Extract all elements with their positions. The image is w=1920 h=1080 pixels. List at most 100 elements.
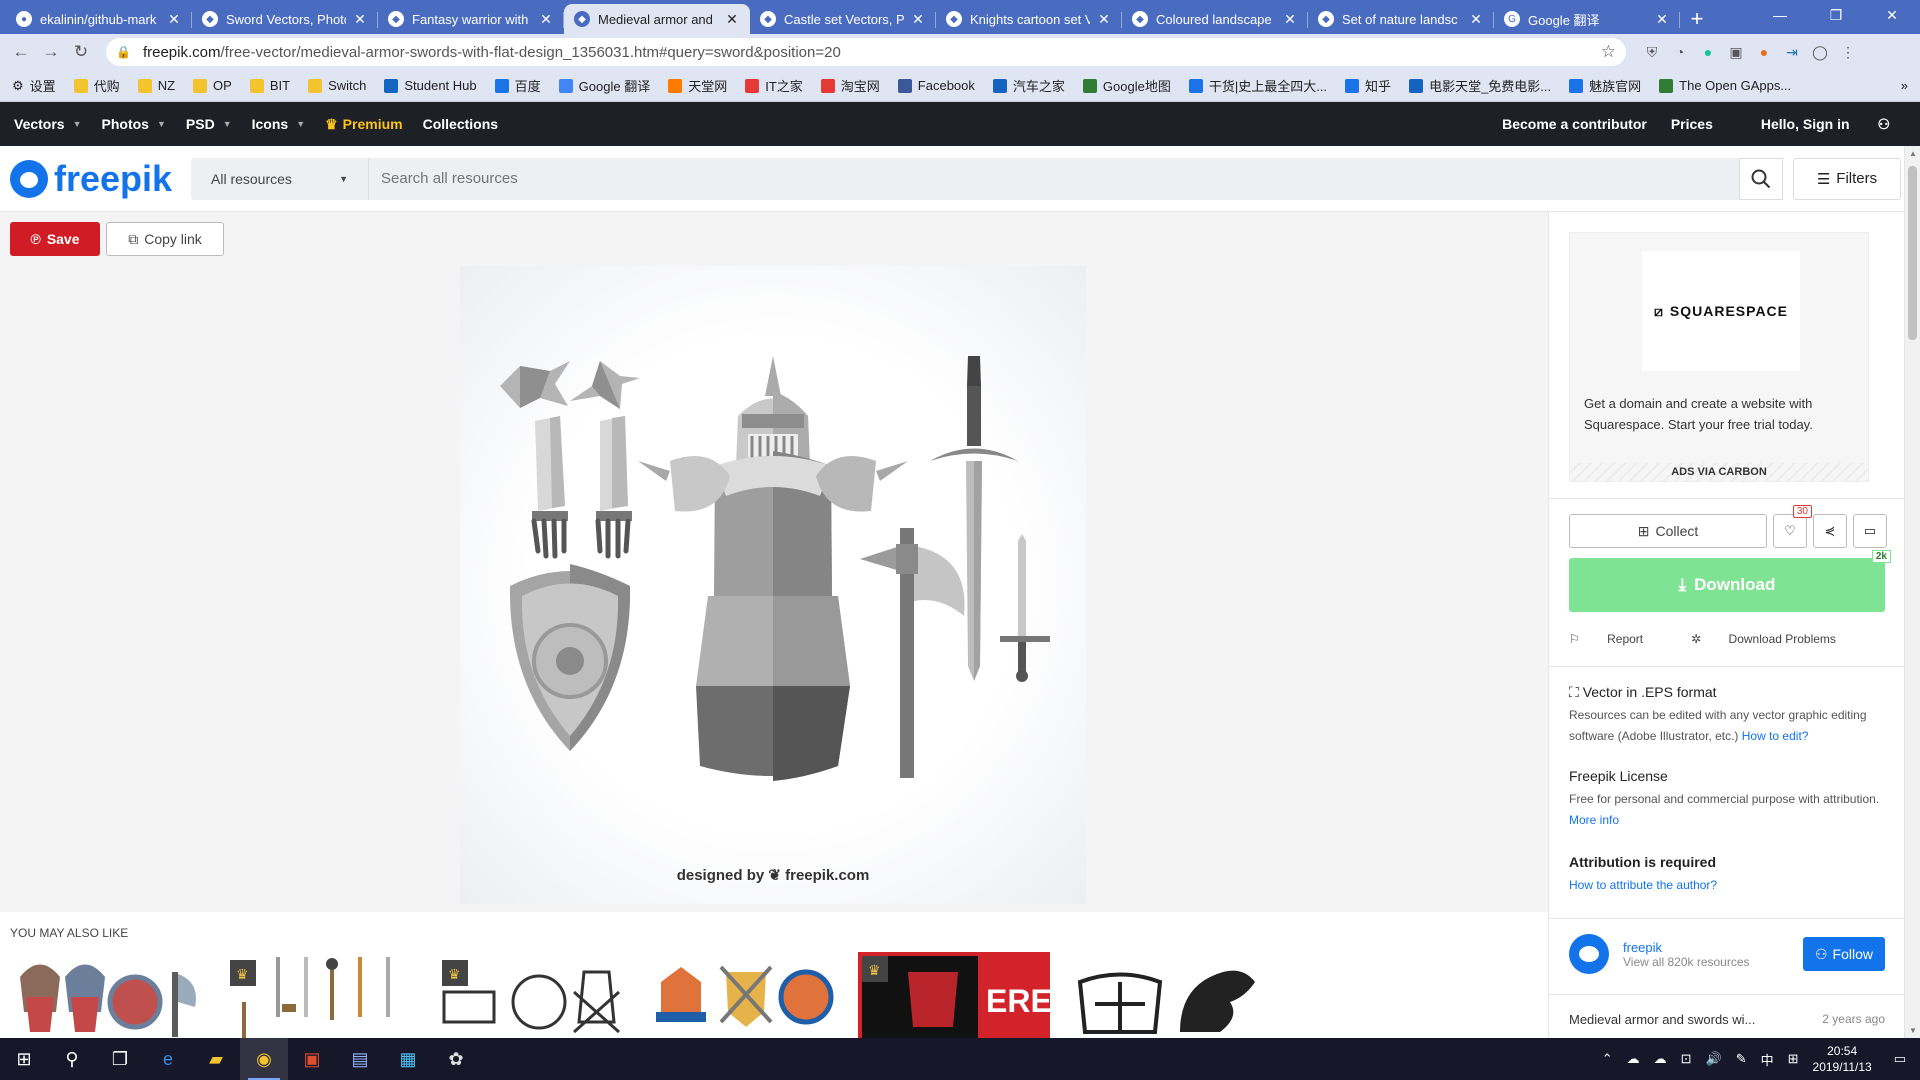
- page-scrollbar[interactable]: ▲ ▼: [1904, 146, 1920, 1038]
- browser-tab[interactable]: ◆ Set of nature landsc ✕: [1308, 4, 1494, 34]
- become-contributor-link[interactable]: Become a contributor: [1502, 116, 1647, 133]
- copy-link-button[interactable]: ⧉ Copy link: [106, 222, 224, 256]
- bookmark-item[interactable]: 百度: [494, 76, 541, 95]
- nav-collections[interactable]: Collections: [423, 116, 498, 132]
- comment-button[interactable]: ▭: [1853, 514, 1887, 548]
- freepik-logo[interactable]: freepik: [10, 158, 180, 200]
- bookmark-folder[interactable]: OP: [193, 78, 232, 93]
- close-tab-icon[interactable]: ✕: [166, 11, 182, 28]
- attribute-author-link[interactable]: How to attribute the author?: [1569, 878, 1717, 892]
- nav-icons[interactable]: Icons ▼: [252, 116, 306, 132]
- extension-icon[interactable]: ▣: [1722, 38, 1750, 66]
- volume-icon[interactable]: 🔊: [1706, 1051, 1722, 1067]
- related-thumbnail-heraldry[interactable]: [1070, 952, 1262, 1038]
- paint-icon[interactable]: ✿: [432, 1038, 480, 1080]
- bookmark-folder[interactable]: Switch: [308, 78, 366, 93]
- alert-extension-icon[interactable]: ●: [1750, 38, 1778, 66]
- ime-indicator[interactable]: 中: [1761, 1050, 1774, 1069]
- chrome-icon[interactable]: ◉: [240, 1038, 288, 1080]
- ad-text[interactable]: Get a domain and create a website with S…: [1584, 393, 1856, 435]
- related-thumbnail-vikings[interactable]: [10, 952, 202, 1038]
- close-tab-icon[interactable]: ✕: [1282, 11, 1298, 28]
- close-tab-icon[interactable]: ✕: [1654, 11, 1670, 28]
- nav-photos[interactable]: Photos ▼: [102, 116, 166, 132]
- related-thumbnail-weapons[interactable]: ♛: [222, 952, 414, 1038]
- resource-type-select[interactable]: All resources ▼: [191, 157, 369, 200]
- bookmark-item[interactable]: 汽车之家: [992, 76, 1065, 95]
- carbon-ad[interactable]: ⧄ SQUARESPACE Get a domain and create a w…: [1569, 232, 1869, 482]
- lock-icon[interactable]: 🔒: [116, 45, 131, 59]
- minimize-icon[interactable]: —: [1752, 0, 1808, 30]
- bookmark-item[interactable]: Google地图: [1082, 76, 1171, 95]
- bookmark-folder[interactable]: NZ: [137, 78, 175, 93]
- related-thumbnail-knight-badges[interactable]: [646, 952, 838, 1038]
- cast-extension-icon[interactable]: ⇥: [1778, 38, 1806, 66]
- reload-icon[interactable]: ↻: [66, 37, 96, 67]
- close-tab-icon[interactable]: ✕: [910, 11, 926, 28]
- nav-premium[interactable]: ♛ Premium: [325, 116, 402, 133]
- bookmark-item[interactable]: 魅族官网: [1569, 76, 1641, 95]
- pen-icon[interactable]: ✎: [1736, 1051, 1747, 1067]
- author-name[interactable]: freepik: [1623, 940, 1750, 955]
- download-button[interactable]: ⤓ Download 2k: [1569, 550, 1891, 612]
- bookmark-item[interactable]: 电影天堂_免费电影...: [1409, 76, 1551, 95]
- like-button[interactable]: ♡ 30: [1773, 505, 1812, 548]
- bookmark-folder[interactable]: BIT: [249, 78, 290, 93]
- close-tab-icon[interactable]: ✕: [352, 11, 368, 28]
- bookmark-item[interactable]: IT之家: [745, 76, 803, 95]
- browser-tab-active[interactable]: ◆ Medieval armor and ✕: [564, 4, 750, 34]
- bookmark-item[interactable]: The Open GApps...: [1659, 78, 1791, 93]
- bookmark-item[interactable]: 知乎: [1345, 76, 1391, 95]
- tray-expand-icon[interactable]: ⌃: [1602, 1051, 1613, 1067]
- search-button[interactable]: [1739, 157, 1783, 200]
- share-button[interactable]: ⋞: [1813, 514, 1847, 548]
- download-problems-link[interactable]: ✲ Download Problems: [1691, 632, 1860, 646]
- back-icon[interactable]: ←: [6, 37, 36, 67]
- scroll-down-icon[interactable]: ▼: [1905, 1026, 1920, 1035]
- bookmark-star-icon[interactable]: ☆: [1601, 42, 1616, 62]
- search-input[interactable]: [369, 157, 1739, 200]
- browser-tab[interactable]: ● ekalinin/github-mark ✕: [6, 4, 192, 34]
- onedrive-icon[interactable]: ☁: [1627, 1051, 1640, 1067]
- filters-button[interactable]: ☰ Filters: [1793, 157, 1901, 200]
- browser-tab[interactable]: ◆ Coloured landscape ✕: [1122, 4, 1308, 34]
- collect-button[interactable]: ⊞ Collect: [1569, 514, 1767, 548]
- browser-tab[interactable]: ◆ Fantasy warrior with ✕: [378, 4, 564, 34]
- task-view-icon[interactable]: ❐: [96, 1038, 144, 1080]
- edge-icon[interactable]: e: [144, 1038, 192, 1080]
- bookmark-folder[interactable]: 代购: [73, 76, 120, 95]
- bookmark-item[interactable]: ⚙ 设置: [12, 76, 56, 95]
- new-tab-button[interactable]: +: [1680, 4, 1714, 34]
- close-tab-icon[interactable]: ✕: [1096, 11, 1112, 28]
- close-tab-icon[interactable]: ✕: [538, 11, 554, 28]
- bookmark-item[interactable]: Student Hub: [384, 78, 477, 93]
- close-tab-icon[interactable]: ✕: [1468, 11, 1484, 28]
- bookmark-item[interactable]: 天堂网: [668, 76, 727, 95]
- browser-tab[interactable]: ◆ Knights cartoon set V ✕: [936, 4, 1122, 34]
- browser-tab[interactable]: ◆ Sword Vectors, Photo ✕: [192, 4, 378, 34]
- speed-extension-icon[interactable]: ◔: [1666, 38, 1694, 66]
- bookmark-item[interactable]: 淘宝网: [820, 76, 880, 95]
- ime-options-icon[interactable]: ⊞: [1788, 1051, 1799, 1067]
- forward-icon[interactable]: →: [36, 37, 66, 67]
- grammarly-extension-icon[interactable]: ●: [1694, 38, 1722, 66]
- prices-link[interactable]: Prices: [1671, 116, 1713, 133]
- follow-button[interactable]: ⚇ Follow: [1803, 937, 1885, 971]
- ads-via-carbon[interactable]: ADS VIA CARBON: [1570, 463, 1868, 481]
- shield-extension-icon[interactable]: ⛨: [1638, 38, 1666, 66]
- how-to-edit-link[interactable]: How to edit?: [1742, 729, 1809, 743]
- menu-kebab-icon[interactable]: ⋮: [1834, 38, 1862, 66]
- bookmark-item[interactable]: 干货|史上最全四大...: [1188, 76, 1327, 95]
- search-icon[interactable]: ⚲: [48, 1038, 96, 1080]
- close-window-icon[interactable]: ✕: [1864, 0, 1920, 30]
- signin-link[interactable]: Hello, Sign in ⚇: [1737, 116, 1890, 133]
- notifications-icon[interactable]: ▭: [1894, 1051, 1906, 1067]
- network-icon[interactable]: ⊡: [1681, 1051, 1692, 1067]
- author-avatar[interactable]: [1569, 934, 1609, 974]
- squarespace-ad-image[interactable]: ⧄ SQUARESPACE: [1642, 251, 1800, 371]
- bookmarks-overflow-icon[interactable]: »: [1901, 78, 1908, 93]
- restore-icon[interactable]: ❐: [1808, 0, 1864, 30]
- author-resources[interactable]: View all 820k resources: [1623, 955, 1750, 969]
- scrollbar-thumb[interactable]: [1908, 166, 1917, 340]
- store-icon[interactable]: ▦: [384, 1038, 432, 1080]
